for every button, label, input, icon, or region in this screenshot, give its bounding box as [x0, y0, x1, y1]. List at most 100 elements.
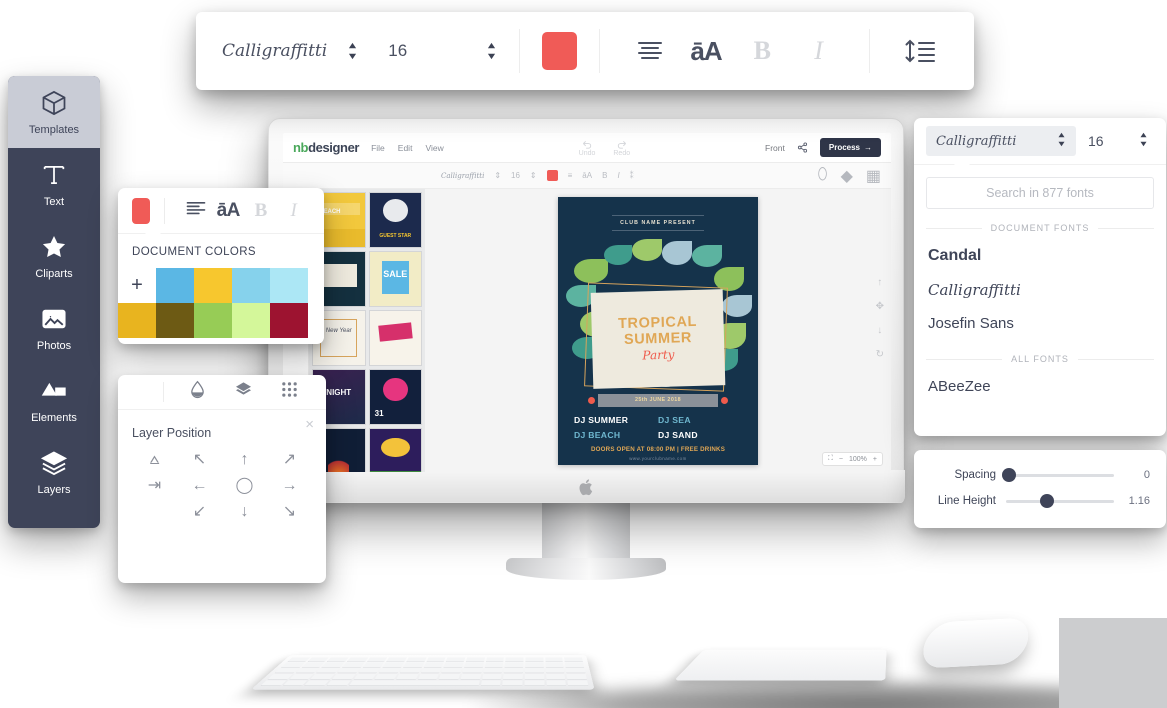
layer-position-buttons[interactable]: ⩟ ↖ ↑ ↗ ⇥ ← ◯ → ↙ ↓ ↘ [132, 452, 312, 520]
grid-icon[interactable]: ▦ [866, 166, 881, 186]
template-thumb[interactable] [368, 310, 422, 366]
menu-view[interactable]: View [425, 143, 443, 153]
fit-screen-icon[interactable]: ⛶ [828, 455, 833, 463]
font-name-spinner-icon[interactable] [347, 42, 358, 60]
chevron-updown-icon[interactable] [1057, 132, 1066, 151]
mini-size-spinner[interactable]: ⇕ [530, 171, 537, 180]
arrow-down-left-icon[interactable]: ↙ [193, 504, 206, 520]
move-icon[interactable]: ✥ [876, 301, 884, 312]
color-swatch-grid[interactable]: + [118, 268, 324, 338]
font-select[interactable]: Calligraffitti [926, 126, 1076, 156]
line-height-button[interactable] [892, 38, 948, 64]
color-cell[interactable] [232, 303, 270, 338]
spacing-row[interactable]: Spacing 0 [930, 462, 1150, 488]
side-label[interactable]: Front [765, 143, 785, 153]
flyer-design[interactable]: CLUB NAME PRESENT TROPICAL SUMMER Party … [558, 196, 758, 465]
menu-edit[interactable]: Edit [398, 143, 413, 153]
arrow-up-icon[interactable]: ↑ [241, 452, 249, 468]
bold-button[interactable]: B [245, 200, 278, 222]
color-cell[interactable] [156, 268, 194, 303]
line-height-slider-knob[interactable] [1040, 494, 1055, 508]
template-thumb[interactable]: 31 [368, 369, 422, 425]
template-thumb[interactable]: GUEST STAR [368, 192, 422, 248]
font-item-josefin-sans[interactable]: Josefin Sans [926, 307, 1154, 340]
line-height-slider[interactable] [1006, 494, 1114, 508]
arrow-down-icon[interactable]: ↓ [241, 504, 249, 520]
color-cell[interactable] [270, 268, 308, 303]
color-cell[interactable] [194, 268, 232, 303]
arrow-down-icon[interactable]: ↓ [877, 325, 882, 336]
menu-file[interactable]: File [371, 143, 385, 153]
line-height-row[interactable]: Line Height 1.16 [930, 488, 1150, 514]
font-size-select[interactable]: 16 [1082, 132, 1154, 150]
arrow-up-icon[interactable]: ↑ [877, 277, 882, 288]
spacing-panel[interactable]: Spacing 0 Line Height 1.16 [914, 450, 1166, 528]
bold-button[interactable]: B [734, 36, 790, 66]
templates-thumbnail-grid[interactable]: BEACH GUEST STAR SALE New Year NIGHT 31 [309, 189, 425, 472]
document-colors-popup[interactable]: āA B I DOCUMENT COLORS + [118, 188, 324, 344]
add-color-button[interactable]: + [118, 268, 156, 303]
color-cell[interactable] [194, 303, 232, 338]
text-format-toolbar[interactable]: Calligraffitti 16 āA B I [196, 12, 974, 90]
italic-button[interactable]: I [790, 36, 846, 66]
layers-icon[interactable] [220, 380, 266, 404]
align-button[interactable] [622, 39, 678, 63]
font-search-input[interactable]: Search in 877 fonts [926, 177, 1154, 209]
font-size-selector[interactable]: 16 [388, 41, 497, 61]
sidebar-item-text[interactable]: Text [8, 148, 100, 220]
color-cell[interactable] [118, 303, 156, 338]
arrow-up-left-icon[interactable]: ↖ [193, 452, 206, 468]
mini-font-spinner[interactable]: ⇕ [494, 171, 501, 180]
arrow-left-icon[interactable]: ← [192, 478, 208, 494]
font-size-spinner-icon[interactable] [486, 42, 497, 60]
center-circle-icon[interactable]: ◯ [236, 478, 254, 494]
undo-button[interactable]: Undo [579, 139, 595, 157]
align-vertical-center-icon[interactable]: ⩟ [150, 452, 160, 468]
mini-font-size[interactable]: 16 [511, 171, 520, 180]
color-cell[interactable] [270, 303, 308, 338]
design-canvas-area[interactable]: CLUB NAME PRESENT TROPICAL SUMMER Party … [425, 189, 891, 472]
tool-sidebar[interactable]: Templates Text Cliparts Photos Elements … [8, 76, 100, 528]
template-thumb[interactable] [368, 428, 422, 472]
sidebar-item-elements[interactable]: Elements [8, 364, 100, 436]
text-case-button[interactable]: āA [212, 200, 245, 222]
process-button[interactable]: Process → [819, 138, 882, 157]
zoom-out-button[interactable]: − [839, 456, 843, 463]
sidebar-item-layers[interactable]: Layers [8, 436, 100, 508]
font-name-selector[interactable]: Calligraffitti [222, 41, 358, 61]
sidebar-item-photos[interactable]: Photos [8, 292, 100, 364]
droplet-icon[interactable] [174, 380, 220, 404]
rotate-icon[interactable]: ↻ [876, 349, 884, 360]
font-item-calligraffitti[interactable]: Calligraffitti [926, 273, 1154, 307]
align-button[interactable] [179, 200, 212, 222]
mini-line-height-icon[interactable]: ⁑ [630, 171, 634, 180]
layers-icon[interactable]: ◆ [841, 166, 853, 186]
redo-button[interactable]: Redo [613, 139, 630, 157]
font-item-candal[interactable]: Candal [926, 239, 1154, 273]
arrow-down-right-icon[interactable]: ↘ [283, 504, 296, 520]
font-item-abeezee[interactable]: ABeeZee [926, 370, 1154, 403]
spacing-slider-knob[interactable] [1002, 468, 1017, 482]
sidebar-item-cliparts[interactable]: Cliparts [8, 220, 100, 292]
color-cell[interactable] [232, 268, 270, 303]
arrow-up-right-icon[interactable]: ↗ [283, 452, 296, 468]
italic-button[interactable]: I [277, 200, 310, 222]
layer-position-popup[interactable]: × Layer Position ⩟ ↖ ↑ ↗ ⇥ ← ◯ → ↙ ↓ ↘ [118, 375, 326, 583]
share-icon[interactable] [797, 142, 808, 153]
template-thumb[interactable]: SALE [368, 251, 422, 307]
mini-align-icon[interactable]: ≡ [568, 171, 573, 180]
chevron-updown-icon[interactable] [1139, 132, 1148, 150]
mini-bold-button[interactable]: B [602, 171, 607, 180]
color-cell[interactable] [156, 303, 194, 338]
text-color-swatch[interactable] [542, 32, 577, 70]
mini-font-name[interactable]: Calligraffitti [441, 172, 484, 180]
mini-color-swatch[interactable] [546, 170, 558, 181]
align-horizontal-center-icon[interactable]: ⇥ [148, 478, 161, 494]
mini-text-case-icon[interactable]: āA [582, 171, 592, 180]
close-icon[interactable]: × [305, 416, 314, 433]
zoom-controls[interactable]: ⛶ − 100% + [822, 452, 883, 466]
arrow-right-icon[interactable]: → [282, 478, 298, 494]
droplet-icon[interactable]: ⬯ [818, 166, 828, 186]
sidebar-item-templates[interactable]: Templates [8, 76, 100, 148]
text-case-button[interactable]: āA [678, 36, 734, 67]
